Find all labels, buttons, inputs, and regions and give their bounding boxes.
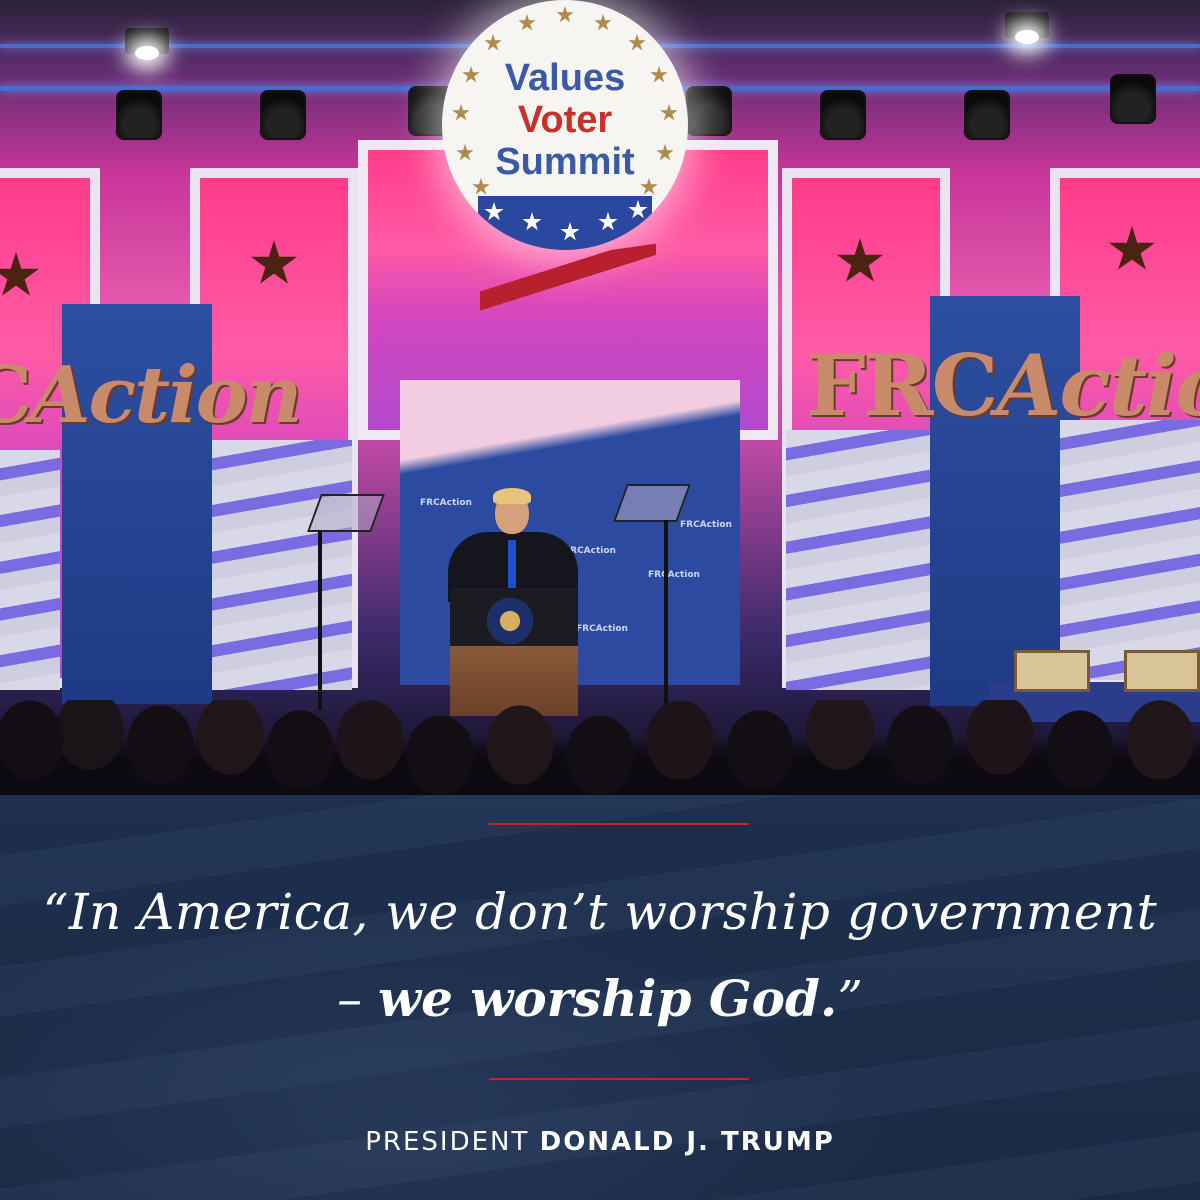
presidential-seal (487, 598, 533, 644)
attribution-name: DONALD J. TRUMP (539, 1127, 835, 1157)
nameplate (1124, 650, 1200, 692)
teleprompter-glass (307, 494, 385, 532)
stage-light (822, 92, 864, 138)
star-decoration (598, 212, 618, 231)
stage-light (118, 92, 160, 138)
teleprompter-stand (664, 520, 668, 710)
stage-light (966, 92, 1008, 138)
star-decoration (484, 202, 504, 221)
chevron-stripes (786, 430, 930, 690)
frc-action-sign-left: CAction (0, 350, 303, 441)
emblem-text: Summit (495, 141, 635, 183)
attribution: PRESIDENT DONALD J. TRUMP (0, 1124, 1200, 1160)
stage-light (1112, 76, 1154, 122)
top-divider (489, 823, 749, 825)
quote-poster: CAction FRCActio FRCAction FRCAction FRC… (0, 0, 1200, 1200)
speaker-hair (493, 488, 531, 504)
emblem-text: Values (504, 57, 626, 99)
quote-dash: – (337, 970, 379, 1028)
star-decoration (556, 6, 574, 23)
star-decoration (628, 200, 648, 219)
teleprompter-stand (318, 530, 322, 710)
sponsor-logo: FRCAction (420, 498, 472, 508)
quote-emphasis: we worship God. (378, 969, 838, 1028)
quote-line-2: – we worship God.” (0, 964, 1200, 1034)
quote-close-mark: ” (837, 970, 863, 1028)
chevron-stripes (212, 440, 352, 690)
star-decoration (484, 34, 502, 51)
star-decoration (628, 34, 646, 51)
stage-light (262, 92, 304, 138)
spotlight (125, 28, 169, 60)
emblem-star-band (478, 196, 652, 250)
sponsor-logo: FRCAction (648, 570, 700, 580)
bottom-divider (489, 1078, 749, 1080)
sponsor-logo: FRCAction (680, 520, 732, 530)
event-photo: CAction FRCActio FRCAction FRCAction FRC… (0, 0, 1200, 795)
stage-light (688, 88, 730, 134)
speaker-tie (508, 540, 516, 588)
emblem-text: Voter (517, 99, 613, 141)
values-voter-summit-emblem: Values Voter Summit (442, 0, 688, 250)
spotlight (1005, 12, 1049, 44)
star-decoration (560, 222, 580, 241)
sponsor-logo: FRCAction (576, 624, 628, 634)
star-decoration (522, 212, 542, 231)
star-decoration (518, 14, 536, 31)
audience-silhouettes (0, 700, 1200, 795)
frc-action-sign-right: FRCActio (806, 336, 1200, 435)
quote-line-1: “In America, we don’t worship government (42, 883, 1158, 941)
chevron-stripes (0, 450, 60, 690)
attribution-title: PRESIDENT (365, 1127, 530, 1157)
nameplate (1014, 650, 1090, 692)
chevron-stripes (1060, 420, 1200, 680)
star-decoration (594, 14, 612, 31)
